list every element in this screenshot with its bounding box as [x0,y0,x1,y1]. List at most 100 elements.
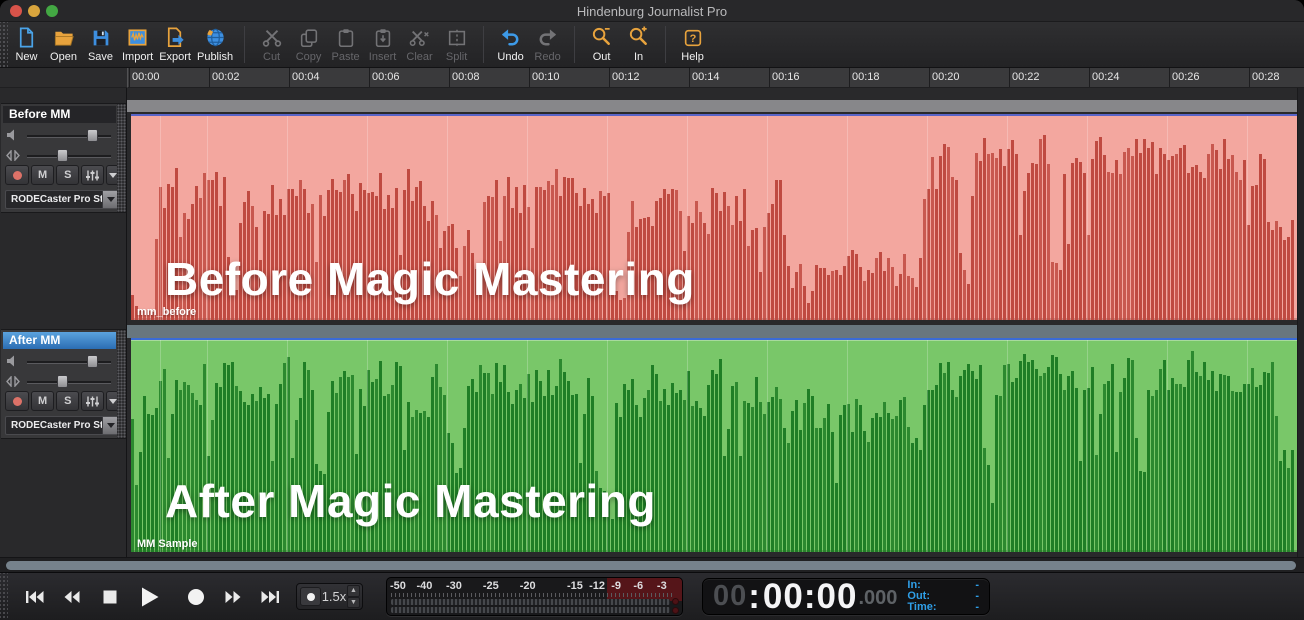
ruler-tick: 00:00 [132,71,160,83]
save-button[interactable]: Save [82,22,119,67]
split-button[interactable]: Split [438,22,475,67]
chevron-down-icon [109,399,117,404]
speaker-icon [6,129,19,141]
record-button[interactable] [181,585,211,609]
meter-fine-ticks [391,593,672,597]
go-to-start-button[interactable] [20,585,50,609]
zoom-out-button[interactable]: Out [583,22,620,67]
timeline-ruler[interactable]: 00:00 00:02 00:04 00:06 00:08 00:10 00:1… [127,68,1304,88]
save-floppy-icon [90,25,112,50]
speed-up-button[interactable]: ▲ [347,585,360,597]
paste-button[interactable]: Paste [327,22,364,67]
mixer-button[interactable] [81,391,104,411]
cut-button[interactable]: Cut [253,22,290,67]
device-dropdown-button[interactable] [102,417,118,434]
paste-clipboard-icon [335,25,357,50]
solo-button[interactable]: S [56,391,79,411]
chevron-down-icon [107,197,115,202]
ruler-tick: 00:18 [852,71,880,83]
export-button[interactable]: Export [156,22,194,67]
go-to-end-button[interactable] [255,585,285,609]
toolbar: New Open Save Import Export Publish Cut [0,22,1304,68]
speed-record-toggle[interactable] [300,587,321,606]
meter-scale-label: -6 [633,580,643,592]
clip-name-after: MM Sample [137,538,198,550]
stop-button[interactable] [95,585,125,609]
help-icon: ? [682,25,704,50]
volume-slider[interactable] [27,361,111,364]
time-display: 00 : 00:00 .000 In:- Out:- Time:- [702,578,990,615]
toolbar-drag-handle[interactable] [0,22,8,67]
panel-resize-grip[interactable] [117,104,126,212]
import-button[interactable]: Import [119,22,156,67]
help-button[interactable]: ? Help [674,22,711,67]
track-name-before[interactable]: Before MM [3,106,116,123]
mixer-button[interactable] [81,165,104,185]
pan-slider-thumb[interactable] [57,149,68,162]
insert-clipboard-icon [372,25,394,50]
import-waveform-icon [126,25,149,50]
undo-button[interactable]: Undo [492,22,529,67]
mute-button[interactable]: M [31,165,54,185]
chevron-down-icon [107,423,115,428]
overlay-caption-before: Before Magic Mastering [165,252,695,306]
horizontal-scrollbar[interactable] [0,557,1304,572]
volume-slider[interactable] [27,135,111,138]
stop-icon [103,590,117,604]
meter-led-row [391,599,670,605]
ruler-tick: 00:10 [532,71,560,83]
track-name-after[interactable]: After MM [3,332,116,349]
solo-button[interactable]: S [56,165,79,185]
zoom-in-button[interactable]: In [620,22,657,67]
overlay-caption-after: After Magic Mastering [165,474,656,528]
dot-icon [307,593,315,601]
meter-scale-label: -12 [589,580,605,592]
time-millis: .000 [858,587,897,610]
pan-icon [6,150,20,161]
volume-slider-thumb[interactable] [87,355,98,368]
record-dot-icon [13,171,22,180]
open-button[interactable]: Open [45,22,82,67]
speed-down-button[interactable]: ▼ [347,597,360,609]
pan-icon [6,376,20,387]
record-arm-button[interactable] [5,391,29,411]
horizontal-scrollbar-thumb[interactable] [6,561,1296,570]
device-dropdown-button[interactable] [102,191,118,208]
pan-slider-thumb[interactable] [57,375,68,388]
redo-button[interactable]: Redo [529,22,566,67]
cut-scissors-icon [261,25,283,50]
ruler-tick: 00:24 [1092,71,1120,83]
new-button[interactable]: New [8,22,45,67]
ruler-tick: 00:12 [612,71,640,83]
input-device-select[interactable]: RODECaster Pro St... [5,416,119,435]
transport-drag-handle[interactable] [0,573,8,620]
clip-after[interactable]: After Magic Mastering MM Sample [131,338,1298,552]
time-label: Time: [907,602,936,613]
volume-slider-thumb[interactable] [87,129,98,142]
publish-button[interactable]: Publish [194,22,236,67]
panel-resize-grip[interactable] [117,330,126,438]
timeline-area[interactable]: Before Magic Mastering mm_before After M… [127,88,1304,557]
record-arm-button[interactable] [5,165,29,185]
copy-button[interactable]: Copy [290,22,327,67]
pan-slider[interactable] [27,381,111,384]
rewind-icon [63,589,81,605]
mute-button[interactable]: M [31,391,54,411]
magnifier-plus-icon [627,25,650,50]
clip-indicator [672,607,679,614]
clear-button[interactable]: Clear [401,22,438,67]
redo-icon [536,25,559,50]
new-document-icon [15,25,38,50]
ruler-tick: 00:04 [292,71,320,83]
pan-slider[interactable] [27,155,111,158]
clip-before[interactable]: Before Magic Mastering mm_before [131,114,1298,320]
ruler-tick: 00:08 [452,71,480,83]
rewind-button[interactable] [57,585,87,609]
track-panel-sidebar: Before MM M S RODECaster Pro St... After… [0,88,127,557]
fast-forward-button[interactable] [218,585,248,609]
insert-button[interactable]: Insert [364,22,401,67]
play-button[interactable] [135,585,165,609]
ruler-tick: 00:06 [372,71,400,83]
input-device-select[interactable]: RODECaster Pro St... [5,190,119,209]
vertical-scrollbar[interactable] [1297,88,1304,557]
